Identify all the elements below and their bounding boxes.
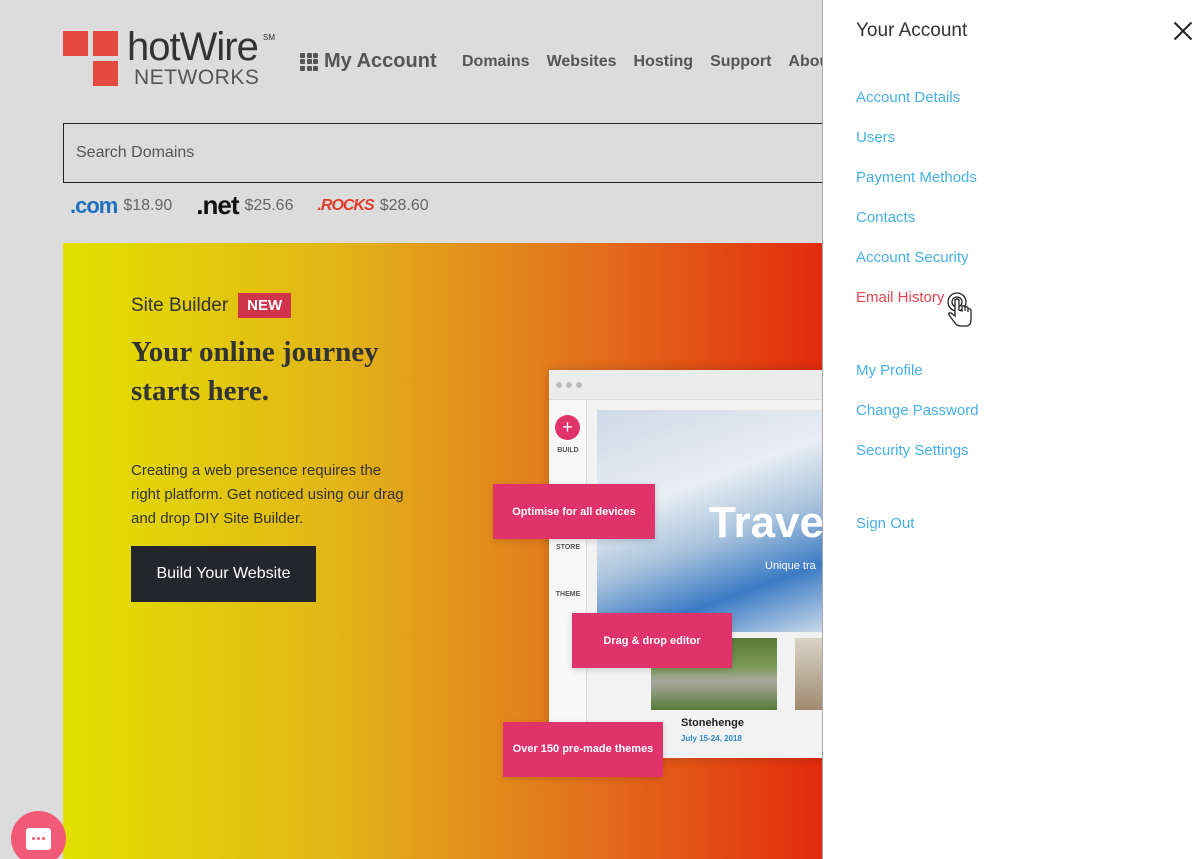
banner-headline: Your online journey starts here. <box>131 336 379 407</box>
link-security-settings[interactable]: Security Settings <box>856 442 969 459</box>
card-title: Stonehenge <box>681 717 744 729</box>
build-label: BUILD <box>557 447 579 454</box>
tld-net[interactable]: .net $25.66 <box>196 190 293 221</box>
panel-title: Your Account <box>856 20 968 41</box>
tld-rocks[interactable]: .ROCKS $28.60 <box>317 197 428 215</box>
theme-label: THEME <box>555 591 581 598</box>
hero-title: Trave <box>709 498 824 547</box>
tld-com[interactable]: .com $18.90 <box>70 193 172 219</box>
link-payment-methods[interactable]: Payment Methods <box>856 169 977 186</box>
tld-name: .net <box>196 190 239 220</box>
link-email-history[interactable]: Email History <box>856 289 944 306</box>
builder-mockup: + BUILD STORE THEME Trave Unique tra Sto… <box>549 370 843 758</box>
banner-eyebrow: Site Builder NEW <box>131 293 292 318</box>
logo-subtitle: NETWORKS <box>134 66 260 89</box>
hero-subtitle: Unique tra <box>765 560 816 572</box>
link-account-details[interactable]: Account Details <box>856 89 960 106</box>
nav-support[interactable]: Support <box>710 53 771 71</box>
eyebrow-text: Site Builder <box>131 294 229 316</box>
link-my-profile[interactable]: My Profile <box>856 362 923 379</box>
link-contacts[interactable]: Contacts <box>856 209 915 226</box>
site-builder-banner: Site Builder NEW Your online journey sta… <box>63 243 843 859</box>
logo-square <box>93 61 118 86</box>
tld-name: .com <box>70 192 118 218</box>
link-sign-out[interactable]: Sign Out <box>856 515 914 532</box>
my-account-label: My Account <box>324 50 437 72</box>
close-icon[interactable] <box>1172 20 1194 42</box>
search-domains-input[interactable] <box>76 144 842 162</box>
tld-price: $25.66 <box>244 196 294 214</box>
my-account-menu[interactable]: My Account <box>300 50 437 73</box>
link-change-password[interactable]: Change Password <box>856 402 979 419</box>
logo-square <box>63 31 88 56</box>
banner-body: Creating a web presence requires the rig… <box>131 462 404 527</box>
store-label: STORE <box>556 544 580 551</box>
nav-hosting[interactable]: Hosting <box>634 53 694 71</box>
chat-icon <box>26 827 51 850</box>
callout-optimise: Optimise for all devices <box>493 484 655 539</box>
build-website-button[interactable]: Build Your Website <box>131 546 316 602</box>
chat-button[interactable] <box>11 811 66 859</box>
grid-icon <box>300 52 318 71</box>
logo[interactable]: hotWire SM NETWORKS <box>63 25 278 93</box>
main-nav: Domains Websites Hosting Support About <box>462 53 835 71</box>
mockup-sidebar: + BUILD STORE THEME <box>549 400 587 758</box>
logo-service-mark: SM <box>263 33 275 42</box>
tld-prices: .com $18.90 .net $25.66 .ROCKS $28.60 <box>70 190 453 221</box>
logo-square <box>93 31 118 56</box>
plus-icon: + <box>555 415 580 440</box>
tld-price: $28.60 <box>379 196 429 214</box>
nav-websites[interactable]: Websites <box>547 53 617 71</box>
callout-themes: Over 150 pre-made themes <box>503 722 663 777</box>
card-date: July 15-24, 2018 <box>681 734 742 743</box>
link-users[interactable]: Users <box>856 129 895 146</box>
tld-price: $18.90 <box>123 196 173 214</box>
window-bar <box>549 370 843 400</box>
logo-brand: hotWire <box>127 25 259 69</box>
link-account-security[interactable]: Account Security <box>856 249 969 266</box>
callout-drag-drop: Drag & drop editor <box>572 613 732 668</box>
nav-domains[interactable]: Domains <box>462 53 530 71</box>
tld-name: .ROCKS <box>317 196 374 214</box>
new-badge: NEW <box>238 293 292 318</box>
account-panel: Your Account Account Details Users Payme… <box>822 0 1200 859</box>
search-domains-box <box>63 123 843 183</box>
